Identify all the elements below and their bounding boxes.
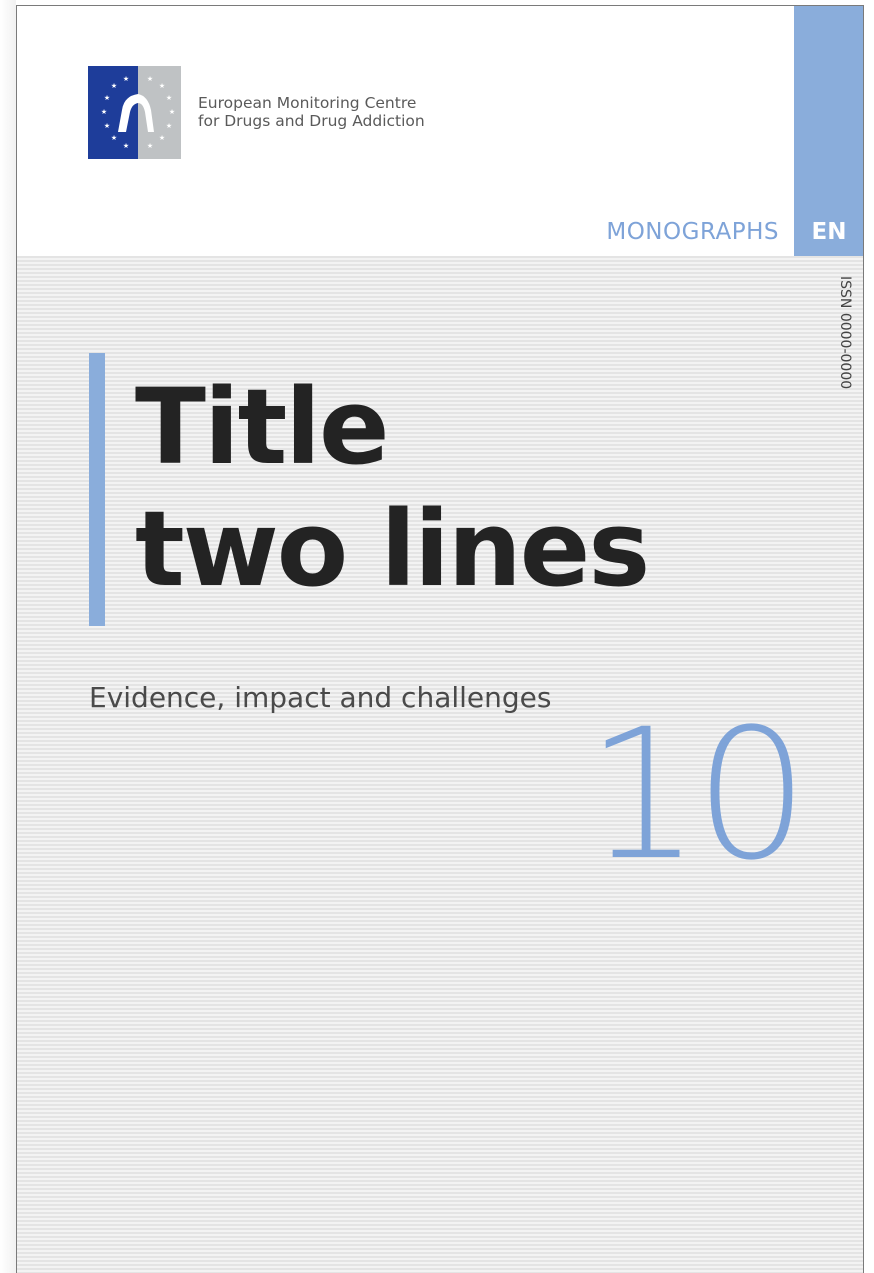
svg-text:★: ★: [166, 122, 172, 130]
svg-text:★: ★: [123, 75, 129, 83]
issn-number: ISSN 0000-0000: [837, 276, 853, 390]
svg-text:★: ★: [104, 94, 110, 102]
series-label: MONOGRAPHS: [606, 219, 779, 245]
title-accent-bar: [89, 353, 105, 626]
organization-name: European Monitoring Centre for Drugs and…: [198, 94, 425, 130]
svg-text:★: ★: [169, 108, 175, 116]
svg-text:★: ★: [147, 75, 153, 83]
organization-name-line1: European Monitoring Centre: [198, 94, 417, 112]
page-shadow: [0, 0, 16, 1273]
title-line1: Title: [135, 366, 390, 488]
organization-name-line2: for Drugs and Drug Addiction: [198, 112, 425, 130]
svg-text:★: ★: [166, 94, 172, 102]
svg-text:★: ★: [111, 82, 117, 90]
svg-text:★: ★: [104, 122, 110, 130]
subtitle: Evidence, impact and challenges: [89, 681, 552, 714]
svg-text:★: ★: [159, 82, 165, 90]
svg-text:★: ★: [111, 134, 117, 142]
svg-text:★: ★: [101, 108, 107, 116]
page-title: Title two lines: [135, 366, 650, 610]
language-code: EN: [811, 219, 847, 245]
emcdda-logo-icon: ★ ★ ★ ★ ★ ★ ★ ★ ★ ★ ★ ★ ★ ★: [88, 66, 181, 159]
svg-text:★: ★: [123, 142, 129, 150]
svg-text:★: ★: [159, 134, 165, 142]
issue-number: 10: [585, 691, 809, 900]
svg-text:★: ★: [147, 142, 153, 150]
cover-page: ★ ★ ★ ★ ★ ★ ★ ★ ★ ★ ★ ★ ★ ★ European Mon…: [16, 5, 864, 1273]
title-line2: two lines: [135, 488, 650, 610]
